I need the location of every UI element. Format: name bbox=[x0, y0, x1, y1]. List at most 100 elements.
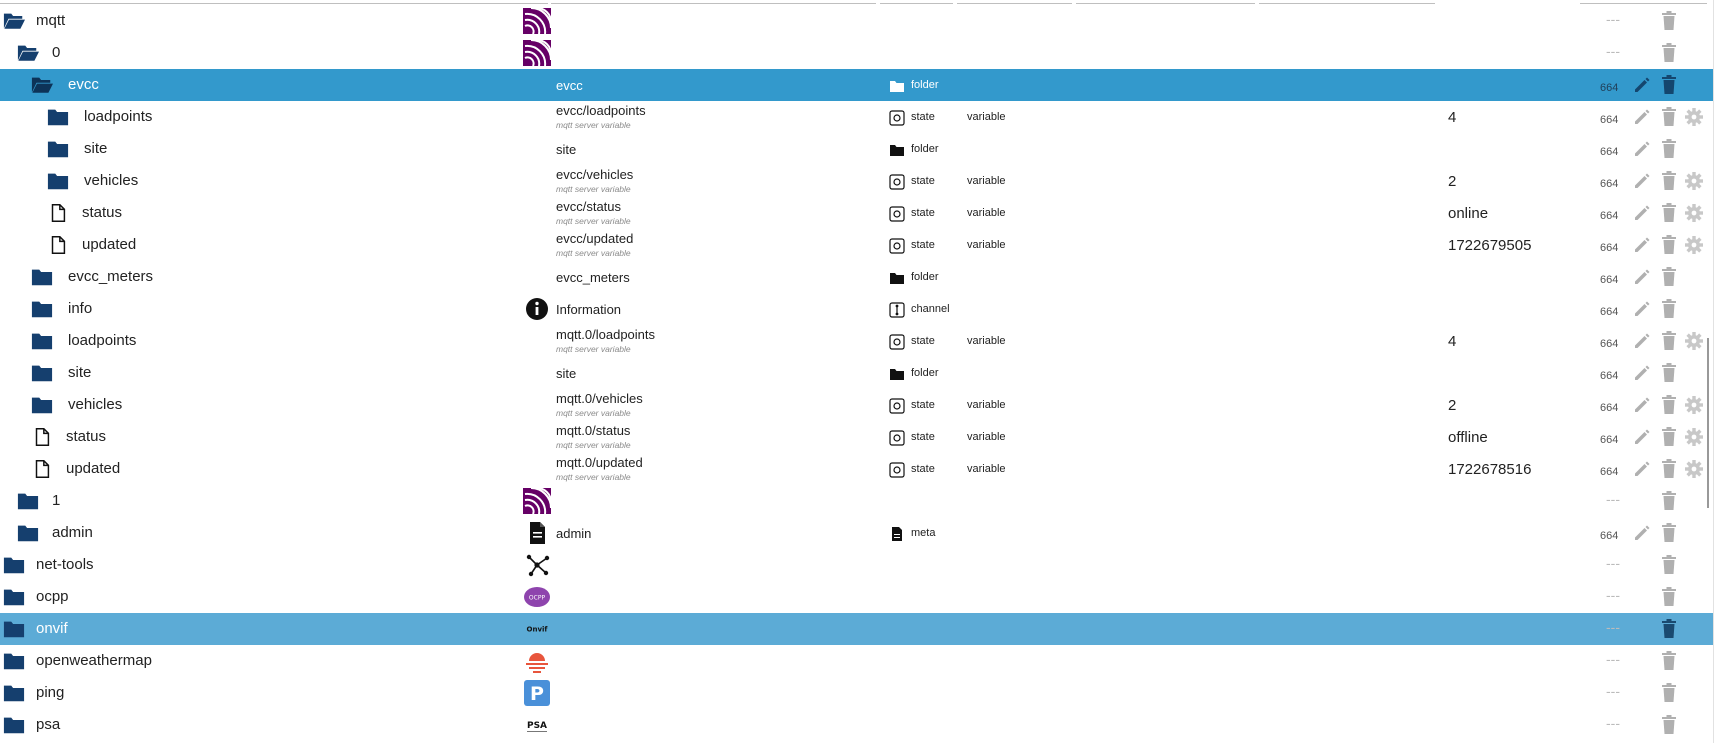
tree-row-name[interactable]: mqtt bbox=[36, 12, 65, 29]
tree-row-name[interactable]: updated bbox=[66, 460, 120, 477]
tree-row-name[interactable]: evcc bbox=[68, 76, 99, 93]
delete-icon[interactable] bbox=[1659, 170, 1679, 192]
settings-gear-icon[interactable] bbox=[1684, 203, 1704, 223]
delete-icon[interactable] bbox=[1659, 74, 1679, 96]
tree-row-info[interactable]: info Information channel 664 bbox=[0, 293, 1714, 325]
tree-row-ping[interactable]: ping P --- bbox=[0, 677, 1714, 709]
object-value[interactable]: 4 bbox=[1448, 333, 1456, 350]
tree-row-psa[interactable]: psa PSA --- bbox=[0, 709, 1714, 741]
delete-icon[interactable] bbox=[1659, 266, 1679, 288]
folder-icon[interactable] bbox=[47, 107, 69, 127]
object-value[interactable]: 1722678516 bbox=[1448, 461, 1531, 478]
delete-icon[interactable] bbox=[1659, 618, 1679, 640]
delete-icon[interactable] bbox=[1659, 522, 1679, 544]
delete-icon[interactable] bbox=[1659, 394, 1679, 416]
file-icon[interactable] bbox=[47, 235, 69, 255]
edit-icon[interactable] bbox=[1632, 395, 1652, 415]
folder-icon[interactable] bbox=[31, 299, 53, 319]
delete-icon[interactable] bbox=[1659, 714, 1679, 736]
vertical-scrollbar[interactable] bbox=[1707, 338, 1709, 508]
acl-value[interactable]: 664 bbox=[1600, 434, 1618, 446]
object-value[interactable]: 2 bbox=[1448, 173, 1456, 190]
delete-icon[interactable] bbox=[1659, 202, 1679, 224]
edit-icon[interactable] bbox=[1632, 299, 1652, 319]
settings-gear-icon[interactable] bbox=[1684, 459, 1704, 479]
folder-icon[interactable] bbox=[3, 555, 25, 575]
folder-icon[interactable] bbox=[17, 491, 39, 511]
tree-row-name[interactable]: status bbox=[66, 428, 106, 445]
tree-row-name[interactable]: onvif bbox=[36, 620, 68, 637]
tree-row-evcc[interactable]: evcc evcc folder 664 bbox=[0, 69, 1714, 101]
acl-value[interactable]: 664 bbox=[1600, 82, 1618, 94]
file-icon[interactable] bbox=[31, 459, 53, 479]
delete-icon[interactable] bbox=[1659, 458, 1679, 480]
tree-row-loadpoints[interactable]: loadpoints mqtt.0/loadpoints mqtt server v… bbox=[0, 325, 1714, 357]
edit-icon[interactable] bbox=[1632, 107, 1652, 127]
settings-gear-icon[interactable] bbox=[1684, 107, 1704, 127]
folder-open-icon[interactable] bbox=[17, 43, 39, 63]
settings-gear-icon[interactable] bbox=[1684, 171, 1704, 191]
delete-icon[interactable] bbox=[1659, 298, 1679, 320]
edit-icon[interactable] bbox=[1632, 459, 1652, 479]
tree-row-name[interactable]: openweathermap bbox=[36, 652, 152, 669]
object-value[interactable]: 4 bbox=[1448, 109, 1456, 126]
tree-row-name[interactable]: net-tools bbox=[36, 556, 94, 573]
acl-value[interactable]: 664 bbox=[1600, 338, 1618, 350]
delete-icon[interactable] bbox=[1659, 362, 1679, 384]
object-value[interactable]: offline bbox=[1448, 429, 1488, 446]
settings-gear-icon[interactable] bbox=[1684, 395, 1704, 415]
delete-icon[interactable] bbox=[1659, 426, 1679, 448]
delete-icon[interactable] bbox=[1659, 106, 1679, 128]
tree-row-name[interactable]: vehicles bbox=[68, 396, 122, 413]
acl-value[interactable]: 664 bbox=[1600, 114, 1618, 126]
delete-icon[interactable] bbox=[1659, 586, 1679, 608]
tree-row-loadpoints[interactable]: loadpoints evcc/loadpoints mqtt server var… bbox=[0, 101, 1714, 133]
tree-row-ocpp[interactable]: ocpp OCPP --- bbox=[0, 581, 1714, 613]
delete-icon[interactable] bbox=[1659, 330, 1679, 352]
acl-value[interactable]: 664 bbox=[1600, 306, 1618, 318]
acl-value[interactable]: 664 bbox=[1600, 274, 1618, 286]
folder-icon[interactable] bbox=[3, 683, 25, 703]
tree-row-updated[interactable]: updated mqtt.0/updated mqtt server variabl… bbox=[0, 453, 1714, 485]
edit-icon[interactable] bbox=[1632, 235, 1652, 255]
acl-value[interactable]: 664 bbox=[1600, 242, 1618, 254]
settings-gear-icon[interactable] bbox=[1684, 427, 1704, 447]
acl-value[interactable]: 664 bbox=[1600, 530, 1618, 542]
tree-row-name[interactable]: site bbox=[84, 140, 107, 157]
edit-icon[interactable] bbox=[1632, 267, 1652, 287]
folder-open-icon[interactable] bbox=[3, 11, 25, 31]
delete-icon[interactable] bbox=[1659, 42, 1679, 64]
tree-row-openweathermap[interactable]: openweathermap --- bbox=[0, 645, 1714, 677]
acl-value[interactable]: 664 bbox=[1600, 402, 1618, 414]
tree-row-name[interactable]: 0 bbox=[52, 44, 60, 61]
delete-icon[interactable] bbox=[1659, 10, 1679, 32]
tree-row-name[interactable]: loadpoints bbox=[84, 108, 152, 125]
object-value[interactable]: online bbox=[1448, 205, 1488, 222]
tree-row-status[interactable]: status evcc/status mqtt server variable sta… bbox=[0, 197, 1714, 229]
object-value[interactable]: 2 bbox=[1448, 397, 1456, 414]
acl-value[interactable]: 664 bbox=[1600, 210, 1618, 222]
tree-row-onvif[interactable]: onvif Onvif --- bbox=[0, 613, 1714, 645]
delete-icon[interactable] bbox=[1659, 234, 1679, 256]
delete-icon[interactable] bbox=[1659, 682, 1679, 704]
tree-row-name[interactable]: vehicles bbox=[84, 172, 138, 189]
edit-icon[interactable] bbox=[1632, 363, 1652, 383]
tree-row-1[interactable]: 1 --- bbox=[0, 485, 1714, 517]
delete-icon[interactable] bbox=[1659, 554, 1679, 576]
edit-icon[interactable] bbox=[1632, 171, 1652, 191]
file-icon[interactable] bbox=[31, 427, 53, 447]
tree-row-vehicles[interactable]: vehicles evcc/vehicles mqtt server variabl… bbox=[0, 165, 1714, 197]
delete-icon[interactable] bbox=[1659, 138, 1679, 160]
folder-icon[interactable] bbox=[17, 523, 39, 543]
edit-icon[interactable] bbox=[1632, 203, 1652, 223]
tree-row-admin[interactable]: admin admin meta 664 bbox=[0, 517, 1714, 549]
tree-row-name[interactable]: updated bbox=[82, 236, 136, 253]
folder-icon[interactable] bbox=[3, 619, 25, 639]
tree-row-name[interactable]: ocpp bbox=[36, 588, 69, 605]
edit-icon[interactable] bbox=[1632, 523, 1652, 543]
tree-row-name[interactable]: ping bbox=[36, 684, 64, 701]
tree-row-name[interactable]: 1 bbox=[52, 492, 60, 509]
file-icon[interactable] bbox=[47, 203, 69, 223]
tree-row-name[interactable]: psa bbox=[36, 716, 60, 733]
folder-icon[interactable] bbox=[3, 587, 25, 607]
